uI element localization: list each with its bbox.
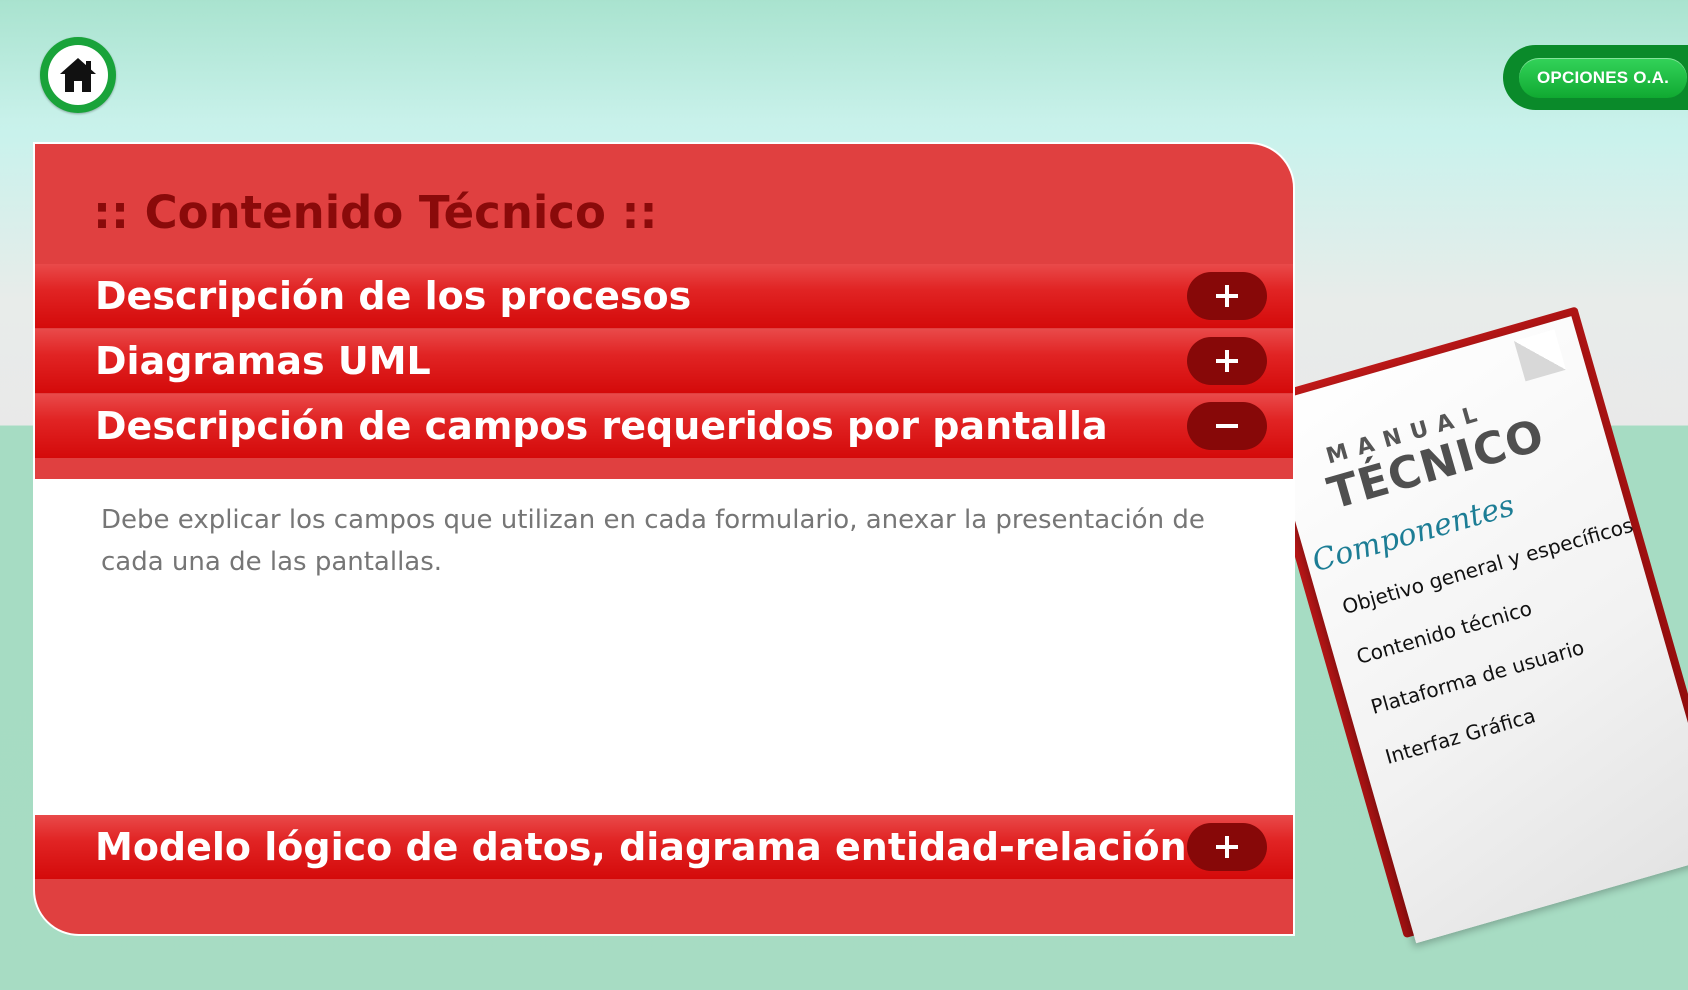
minus-icon bbox=[1216, 424, 1238, 428]
home-icon bbox=[60, 58, 96, 92]
accordion-label: Modelo lógico de datos, diagrama entidad… bbox=[95, 825, 1187, 869]
options-tab: OPCIONES O.A. bbox=[1503, 45, 1688, 110]
plus-icon bbox=[1216, 350, 1238, 372]
accordion-header-uml[interactable]: Diagramas UML bbox=[35, 329, 1293, 393]
home-button-inner bbox=[48, 45, 108, 105]
accordion-label: Descripción de los procesos bbox=[95, 274, 692, 318]
options-button[interactable]: OPCIONES O.A. bbox=[1519, 57, 1688, 98]
accordion-header-campos[interactable]: Descripción de campos requeridos por pan… bbox=[35, 394, 1293, 458]
accordion-header-procesos[interactable]: Descripción de los procesos bbox=[35, 264, 1293, 328]
page-curl bbox=[1513, 329, 1566, 382]
manual-page: MANUAL TÉCNICO Componentes Objetivo gene… bbox=[1261, 316, 1688, 944]
expand-button[interactable] bbox=[1187, 272, 1267, 320]
accordion-label: Descripción de campos requeridos por pan… bbox=[95, 404, 1108, 448]
home-button[interactable] bbox=[40, 37, 116, 113]
expand-button[interactable] bbox=[1187, 337, 1267, 385]
panel-title: :: Contenido Técnico :: bbox=[93, 186, 658, 239]
content-panel: :: Contenido Técnico :: Descripción de l… bbox=[33, 142, 1295, 936]
accordion-content-text: Debe explicar los campos que utilizan en… bbox=[101, 505, 1205, 577]
plus-icon bbox=[1216, 836, 1238, 858]
expand-button[interactable] bbox=[1187, 823, 1267, 871]
plus-icon bbox=[1216, 285, 1238, 307]
manual-book-illustration: MANUAL TÉCNICO Componentes Objetivo gene… bbox=[1250, 270, 1688, 990]
accordion-label: Diagramas UML bbox=[95, 339, 431, 383]
accordion-header-modelo[interactable]: Modelo lógico de datos, diagrama entidad… bbox=[35, 815, 1293, 879]
collapse-button[interactable] bbox=[1187, 402, 1267, 450]
accordion-content-campos: Debe explicar los campos que utilizan en… bbox=[35, 479, 1293, 817]
